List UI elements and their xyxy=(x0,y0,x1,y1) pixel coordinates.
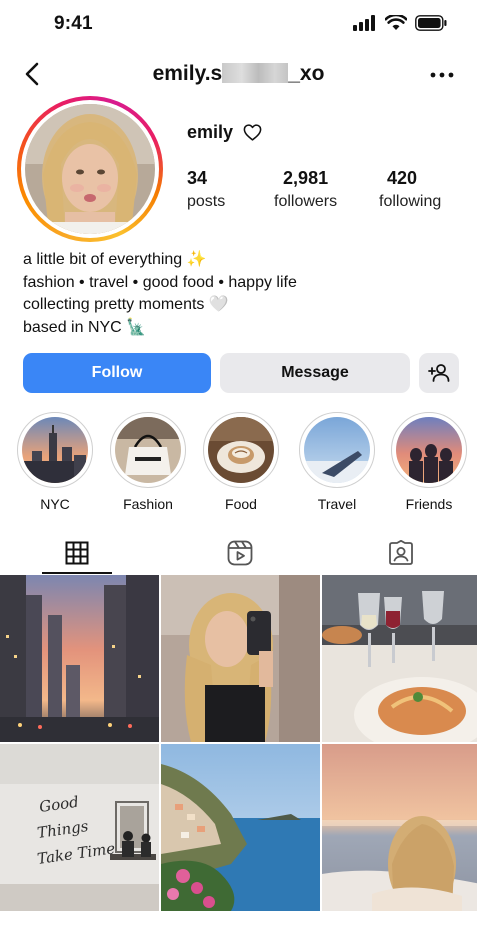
message-button[interactable]: Message xyxy=(220,353,410,393)
stat-posts[interactable]: 34 posts xyxy=(187,168,225,211)
tab-posts-grid[interactable] xyxy=(42,533,112,573)
nav-bar: emily.s _xo xyxy=(0,50,477,100)
profile-username: emily.s _xo xyxy=(0,62,477,86)
highlight-friends[interactable]: Friends xyxy=(389,412,469,512)
highlight-cover xyxy=(22,417,88,483)
highlight-nyc[interactable]: NYC xyxy=(15,412,95,512)
bio-line: a little bit of everything ✨ xyxy=(23,251,207,268)
stat-followers-label: followers xyxy=(274,193,338,210)
profile-tabs xyxy=(0,533,477,575)
highlight-label: Food xyxy=(225,496,257,512)
username-suffix: _xo xyxy=(288,62,325,85)
highlight-travel[interactable]: Travel xyxy=(297,412,377,512)
post-thumbnail[interactable] xyxy=(322,744,477,911)
stat-followers[interactable]: 2,981 followers xyxy=(274,168,337,211)
stat-posts-value: 34 xyxy=(187,168,208,188)
highlight-fashion[interactable]: Fashion xyxy=(108,412,188,512)
stat-following[interactable]: 420 following xyxy=(379,168,441,211)
highlight-label: Fashion xyxy=(123,496,173,512)
username-redaction xyxy=(222,63,289,83)
highlight-cover xyxy=(304,417,370,483)
story-highlights: NYC Fashion Food Travel Friends xyxy=(0,412,477,512)
avatar xyxy=(25,104,155,234)
signal-icon xyxy=(353,15,375,31)
grid-icon xyxy=(65,541,89,565)
wifi-icon xyxy=(385,15,407,30)
display-name: emily xyxy=(187,122,234,142)
reels-icon xyxy=(227,540,253,566)
username-prefix: emily.s xyxy=(152,62,223,85)
post-thumbnail[interactable] xyxy=(161,744,320,911)
highlight-label: Friends xyxy=(405,496,453,512)
post-thumbnail[interactable] xyxy=(322,575,477,742)
highlight-food[interactable]: Food xyxy=(201,412,281,512)
bio-line: fashion • travel • good food • happy lif… xyxy=(23,273,297,291)
display-name-row: emily xyxy=(187,122,262,143)
post-thumbnail[interactable] xyxy=(0,575,159,742)
heart-outline-icon xyxy=(243,124,262,141)
tagged-icon xyxy=(389,540,413,565)
post-thumbnail[interactable]: Good Things Take Time xyxy=(0,744,159,911)
profile-actions: Follow Message xyxy=(23,353,459,393)
status-icons xyxy=(353,15,447,31)
tab-reels[interactable] xyxy=(205,533,275,573)
status-bar: 9:41 xyxy=(0,0,477,46)
bio-line: collecting pretty moments 🤍 xyxy=(23,296,229,314)
highlight-label: Travel xyxy=(317,496,357,512)
profile-bio: a little bit of everything ✨ fashion • t… xyxy=(23,249,297,340)
status-time: 9:41 xyxy=(54,13,93,34)
stat-posts-label: posts xyxy=(187,193,226,210)
suggested-users-button[interactable] xyxy=(419,353,459,393)
more-options-button[interactable] xyxy=(429,64,455,86)
active-tab-indicator xyxy=(42,572,112,574)
more-dots-icon xyxy=(430,72,454,78)
highlight-cover xyxy=(396,417,462,483)
tab-tagged[interactable] xyxy=(366,533,436,573)
post-thumbnail[interactable] xyxy=(161,575,320,742)
add-person-icon xyxy=(428,364,450,382)
stat-followers-value: 2,981 xyxy=(283,168,329,188)
follow-button[interactable]: Follow xyxy=(23,353,211,393)
stat-following-label: following xyxy=(379,193,442,210)
bio-line: based in NYC 🗽 xyxy=(23,319,147,337)
battery-icon xyxy=(415,15,447,31)
highlight-cover xyxy=(115,417,181,483)
highlight-label: NYC xyxy=(40,496,70,512)
highlight-cover xyxy=(208,417,274,483)
posts-grid: Good Things Take Time xyxy=(0,575,477,928)
avatar-story-ring[interactable] xyxy=(17,96,163,242)
stat-following-value: 420 xyxy=(387,168,418,188)
